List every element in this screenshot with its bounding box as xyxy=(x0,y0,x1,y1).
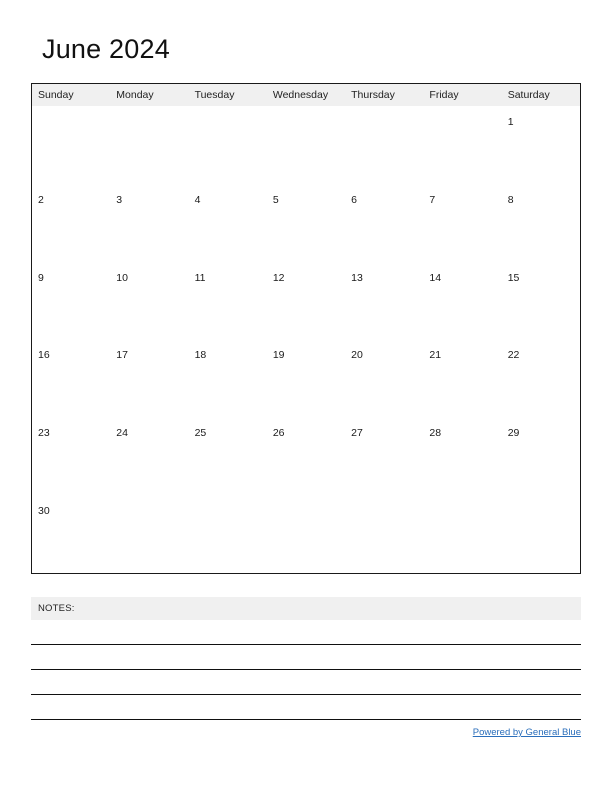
day-number: 23 xyxy=(38,427,50,440)
day-cell[interactable]: 26 xyxy=(267,417,345,495)
day-number: 27 xyxy=(351,427,363,440)
day-number: 18 xyxy=(194,349,207,362)
powered-by-link[interactable]: Powered by General Blue xyxy=(473,727,581,738)
footer: Powered by General Blue xyxy=(31,722,581,740)
day-number: 7 xyxy=(429,193,436,206)
day-cell[interactable]: 21 xyxy=(423,339,501,417)
notes-label: NOTES: xyxy=(38,603,75,614)
day-number: 6 xyxy=(351,193,357,206)
day-cell[interactable]: 30 xyxy=(32,495,110,573)
day-cell[interactable]: 16 xyxy=(32,339,110,417)
day-number: 21 xyxy=(429,349,442,362)
note-line[interactable] xyxy=(31,670,581,695)
day-cell[interactable]: 5 xyxy=(267,184,345,262)
day-cell[interactable] xyxy=(267,106,345,184)
day-number: 20 xyxy=(351,349,363,362)
weekday-header-row: Sunday Monday Tuesday Wednesday Thursday… xyxy=(32,84,580,106)
day-cell[interactable]: 23 xyxy=(32,417,110,495)
notes-writing-area xyxy=(31,620,581,720)
day-cell[interactable] xyxy=(267,495,345,573)
day-number: 19 xyxy=(272,349,285,362)
calendar-weeks: 1 2 3 4 5 6 7 8 9 10 11 12 13 14 15 16 1… xyxy=(32,106,580,573)
day-number: 1 xyxy=(507,116,514,128)
day-cell[interactable]: 17 xyxy=(110,339,188,417)
day-cell[interactable] xyxy=(32,106,110,184)
weekday-header-tuesday: Tuesday xyxy=(194,89,235,101)
day-cell[interactable]: 7 xyxy=(423,184,501,262)
day-cell[interactable] xyxy=(110,495,188,573)
day-cell[interactable] xyxy=(423,495,501,573)
day-cell[interactable]: 18 xyxy=(189,339,267,417)
day-number: 11 xyxy=(194,271,206,284)
day-cell[interactable]: 12 xyxy=(267,262,345,340)
day-cell[interactable]: 3 xyxy=(110,184,188,262)
day-cell[interactable]: 25 xyxy=(189,417,267,495)
day-number: 3 xyxy=(116,193,123,206)
day-cell[interactable]: 10 xyxy=(110,262,188,340)
day-cell[interactable]: 9 xyxy=(32,262,110,340)
day-cell[interactable] xyxy=(345,106,423,184)
day-number: 22 xyxy=(507,349,520,362)
day-number: 30 xyxy=(38,505,50,518)
day-number: 12 xyxy=(272,271,285,284)
day-cell[interactable] xyxy=(189,495,267,573)
day-cell[interactable]: 13 xyxy=(345,262,423,340)
day-number: 4 xyxy=(194,193,201,206)
day-number: 15 xyxy=(507,271,520,284)
day-number: 10 xyxy=(116,271,128,284)
calendar-page: June 2024 Sunday Monday Tuesday Wednesda… xyxy=(0,0,612,792)
weekday-header-sunday: Sunday xyxy=(38,89,74,101)
day-cell[interactable]: 2 xyxy=(32,184,110,262)
note-line[interactable] xyxy=(31,645,581,670)
calendar-grid: Sunday Monday Tuesday Wednesday Thursday… xyxy=(31,83,581,574)
day-cell[interactable] xyxy=(502,495,580,573)
day-number: 17 xyxy=(116,349,128,362)
calendar-week-row: 30 xyxy=(32,495,580,573)
day-cell[interactable] xyxy=(110,106,188,184)
weekday-header-saturday: Saturday xyxy=(507,89,550,101)
day-number: 28 xyxy=(429,427,442,440)
day-cell[interactable]: 8 xyxy=(502,184,580,262)
page-title: June 2024 xyxy=(42,34,170,64)
day-number: 5 xyxy=(272,193,279,206)
day-cell[interactable]: 19 xyxy=(267,339,345,417)
note-line[interactable] xyxy=(31,695,581,720)
day-cell[interactable]: 27 xyxy=(345,417,423,495)
day-cell[interactable]: 4 xyxy=(189,184,267,262)
day-number: 14 xyxy=(429,271,442,284)
calendar-week-row: 23 24 25 26 27 28 29 xyxy=(32,417,580,495)
day-cell[interactable]: 11 xyxy=(189,262,267,340)
day-cell[interactable]: 22 xyxy=(502,339,580,417)
day-number: 9 xyxy=(38,271,44,284)
day-number: 29 xyxy=(507,427,520,440)
day-cell[interactable]: 6 xyxy=(345,184,423,262)
day-number: 24 xyxy=(116,427,128,440)
day-cell[interactable]: 20 xyxy=(345,339,423,417)
day-number: 2 xyxy=(38,193,44,206)
weekday-header-wednesday: Wednesday xyxy=(272,89,329,101)
calendar-week-row: 1 xyxy=(32,106,580,184)
weekday-header-friday: Friday xyxy=(429,89,459,101)
day-cell[interactable]: 28 xyxy=(423,417,501,495)
day-cell[interactable]: 14 xyxy=(423,262,501,340)
day-cell[interactable]: 1 xyxy=(502,106,580,184)
weekday-header-monday: Monday xyxy=(116,89,154,101)
day-number: 16 xyxy=(38,349,50,362)
calendar-week-row: 16 17 18 19 20 21 22 xyxy=(32,339,580,417)
day-cell[interactable]: 15 xyxy=(502,262,580,340)
calendar-week-row: 2 3 4 5 6 7 8 xyxy=(32,184,580,262)
notes-header-bar: NOTES: xyxy=(31,597,581,620)
calendar-week-row: 9 10 11 12 13 14 15 xyxy=(32,262,580,340)
day-cell[interactable] xyxy=(423,106,501,184)
day-number: 26 xyxy=(272,427,285,440)
day-cell[interactable] xyxy=(189,106,267,184)
note-line[interactable] xyxy=(31,620,581,645)
day-cell[interactable]: 24 xyxy=(110,417,188,495)
day-cell[interactable]: 29 xyxy=(502,417,580,495)
day-cell[interactable] xyxy=(345,495,423,573)
weekday-header-thursday: Thursday xyxy=(351,89,395,101)
day-number: 13 xyxy=(351,271,363,284)
day-number: 8 xyxy=(507,193,514,206)
day-number: 25 xyxy=(194,427,207,440)
